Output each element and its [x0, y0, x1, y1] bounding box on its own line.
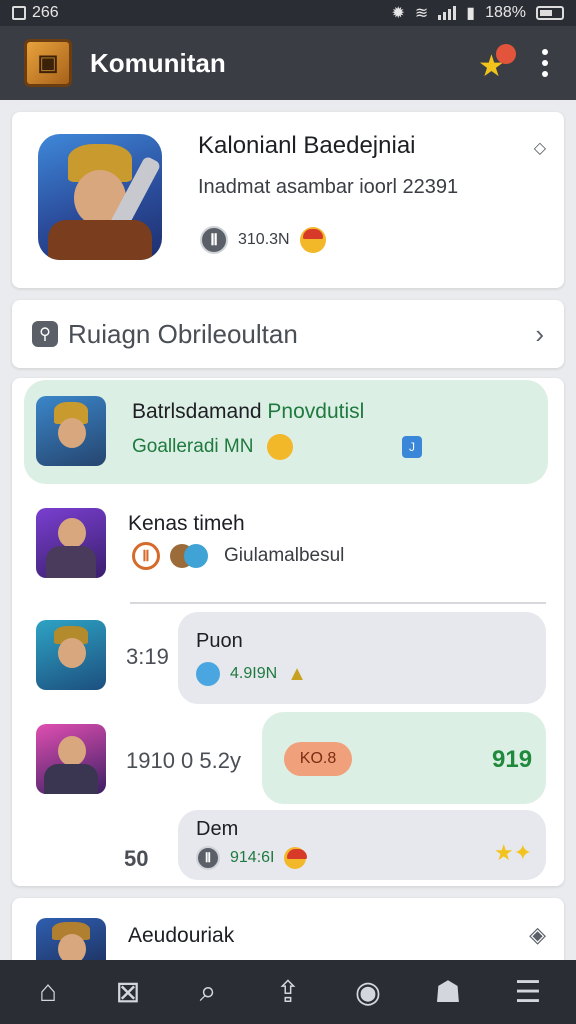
- avatar[interactable]: [36, 620, 106, 690]
- divider: [130, 602, 546, 604]
- list-item-meta: Ⅱ Giulamalbesul: [132, 542, 344, 570]
- wifi-icon: ≋: [414, 5, 429, 22]
- upload-icon[interactable]: ⇪: [260, 964, 316, 1020]
- room-link-label: Ruiagn Obrileoultan: [68, 318, 298, 349]
- amount-value: 919: [492, 746, 533, 773]
- profile-name: Kalonianl Baedejniai: [198, 132, 416, 159]
- list-item-title: Kenas timeh: [128, 512, 245, 535]
- ring-icon: Ⅱ: [132, 542, 160, 570]
- signal-icon: [438, 6, 457, 20]
- messages-icon[interactable]: ☰: [500, 964, 556, 1020]
- bubble-title: Dem: [196, 818, 239, 840]
- list-item-title-accent: Pnovdutisl: [267, 400, 365, 423]
- bubble-meta: 4.9I9N ▲: [196, 662, 307, 686]
- bubble-title: Puon: [196, 630, 243, 652]
- message-bubble[interactable]: Dem Ⅱ 914:6I ★✦: [178, 810, 546, 880]
- side-number: 50: [124, 846, 149, 871]
- feed-list: Batrlsdamand Pnovdutisl Goalleradі MN J …: [12, 378, 564, 886]
- group-icon: [170, 542, 214, 570]
- avatar[interactable]: [38, 134, 162, 260]
- avatar[interactable]: [36, 508, 106, 578]
- coin-icon: Ⅱ: [196, 846, 220, 870]
- status-left-text: 266: [32, 4, 59, 21]
- profile-card[interactable]: Kalonianl Baedejniai Inadmat asambar ioo…: [12, 112, 564, 288]
- settings-icon: ✹: [391, 5, 405, 22]
- bubble-meta: Ⅱ 914:6I: [196, 846, 308, 870]
- list-item-title-main: Batrlsdamand: [132, 400, 262, 423]
- app-title: Komunitan: [90, 47, 226, 78]
- profile-subtitle: Inadmat asambar ioorl 22391: [198, 176, 459, 198]
- chevron-icon[interactable]: ◈: [529, 922, 546, 948]
- media-icon[interactable]: ⊠: [100, 964, 156, 1020]
- emoji-icon: [299, 227, 326, 253]
- search-icon[interactable]: ⌕: [180, 964, 236, 1020]
- link-icon: ⚲: [32, 321, 58, 347]
- bottom-nav: ⌂ ⊠ ⌕ ⇪ ◉ ☗ ☰: [0, 960, 576, 1024]
- side-number: 3:19: [126, 644, 169, 669]
- battery-text: 188%: [485, 4, 526, 21]
- list-item-subtitle-text: Goalleradі MN: [132, 436, 254, 457]
- stars-icon: ★✦: [493, 840, 532, 865]
- sim-icon: ▮: [466, 5, 476, 22]
- avatar[interactable]: [36, 396, 106, 466]
- gamepad-icon[interactable]: ◉: [340, 964, 396, 1020]
- chevron-up-icon[interactable]: ◇: [534, 138, 546, 158]
- room-link[interactable]: ⚲ Ruiagn Obrileoultan ›: [12, 300, 564, 368]
- coin-icon: Ⅱ: [200, 226, 228, 254]
- app-bar: ▣ Komunitan ★: [0, 26, 576, 100]
- avatar[interactable]: [36, 724, 106, 794]
- emoji-icon: [267, 434, 294, 460]
- badge-icon: J: [402, 436, 422, 458]
- notification-icon: [12, 6, 26, 20]
- profile-stat: 310.3N: [238, 231, 290, 248]
- chevron-right-icon: ›: [535, 318, 544, 349]
- list-item-subtitle: Giulamalbesul: [224, 545, 345, 566]
- status-bar: 266 ✹ ≋ ▮ 188%: [0, 0, 576, 26]
- bubble-value: 4.9I9N: [230, 665, 278, 682]
- side-number: 1910 0 5.2y: [126, 748, 241, 773]
- message-bubble[interactable]: Puon 4.9I9N ▲: [178, 612, 546, 704]
- crown-icon: ▲: [287, 662, 307, 685]
- list-item-subtitle: Goalleradі MN: [132, 434, 294, 460]
- status-badge: KO.8: [284, 742, 352, 776]
- orb-icon: [196, 662, 220, 686]
- battery-icon: [536, 6, 564, 20]
- profile-icon[interactable]: ☗: [420, 964, 476, 1020]
- list-item-title: Batrlsdamand Pnovdutisl: [132, 400, 364, 424]
- crate-icon[interactable]: ▣: [24, 39, 72, 87]
- list-item-title: Aeudouriak: [128, 924, 235, 947]
- kebab-menu-icon[interactable]: [538, 45, 552, 81]
- bubble-value: 914:6I: [230, 849, 275, 866]
- star-badge-icon[interactable]: ★: [476, 42, 518, 84]
- home-icon[interactable]: ⌂: [20, 964, 76, 1020]
- emoji-icon: [284, 847, 308, 869]
